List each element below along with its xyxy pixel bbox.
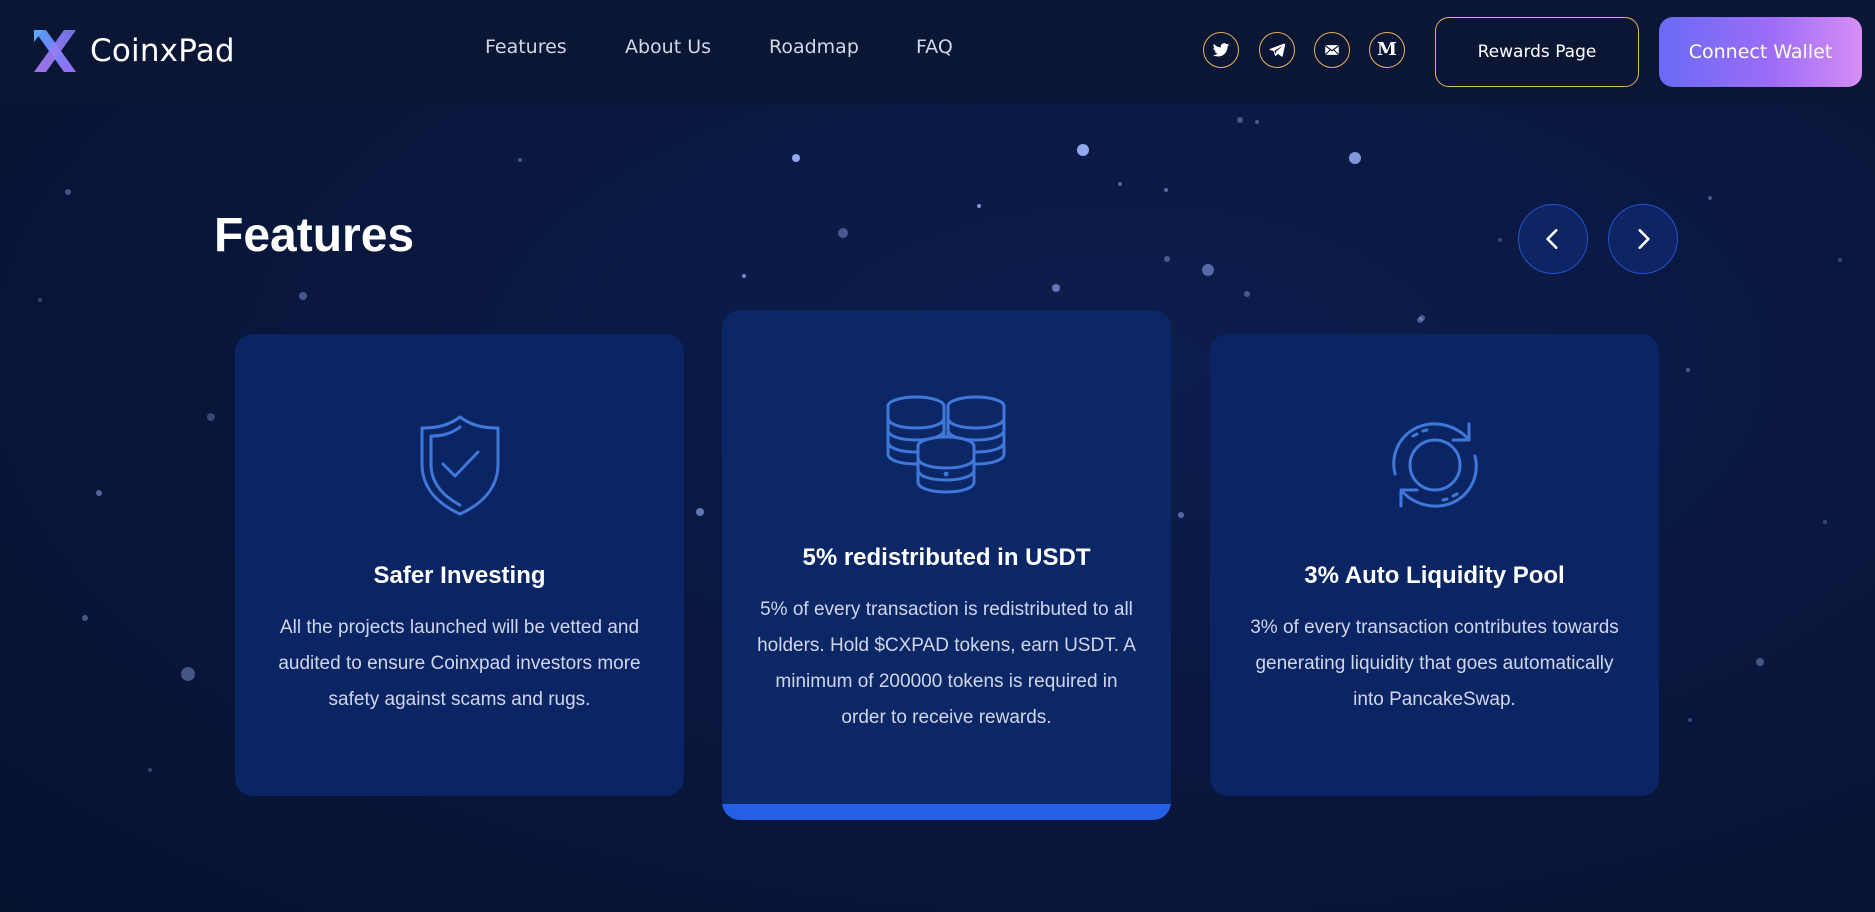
brand-logo[interactable]: CoinxPad [30,26,235,76]
nav-link-faq[interactable]: FAQ [916,36,953,58]
card-title: Safer Investing [373,562,546,589]
feature-card-redistribution[interactable]: 5% redistributed in USDT 5% of every tra… [722,310,1171,820]
telegram-button[interactable] [1259,32,1295,68]
medium-icon: M [1377,39,1397,60]
coinxpad-logo-icon [34,30,76,72]
nav-link-about-us[interactable]: About Us [625,36,711,58]
nav-link-features[interactable]: Features [485,36,567,58]
brand-name: CoinxPad [90,33,235,69]
mail-button[interactable] [1314,32,1350,68]
card-title: 5% redistributed in USDT [802,544,1091,571]
shield-check-icon [420,415,499,516]
card-description: All the projects launched will be vetted… [278,617,641,710]
card-description: 5% of every transaction is redistributed… [757,599,1136,728]
feature-card-auto-liquidity[interactable]: 3% Auto Liquidity Pool 3% of every trans… [1210,334,1659,796]
carousel-prev-button[interactable] [1518,204,1588,274]
nav-link-roadmap[interactable]: Roadmap [769,36,859,58]
features-title: Features [214,209,415,262]
feature-card-safer-investing[interactable]: Safer Investing All the projects launche… [235,334,684,796]
telegram-icon [1269,43,1286,57]
twitter-icon [1212,43,1230,57]
carousel-next-button[interactable] [1608,204,1678,274]
medium-button[interactable]: M [1369,32,1405,68]
coins-stack-icon [886,395,1005,494]
chevron-left-icon [1546,229,1558,249]
twitter-button[interactable] [1203,32,1239,68]
card-description: 3% of every transaction contributes towa… [1250,617,1619,710]
chevron-right-icon [1638,229,1650,249]
connect-wallet-button[interactable]: Connect Wallet [1659,17,1862,87]
refresh-cycle-icon [1391,422,1478,508]
rewards-page-button[interactable]: Rewards Page [1435,17,1639,87]
mail-icon [1325,45,1339,55]
active-card-indicator [722,804,1171,820]
site-header: CoinxPad Features About Us Roadmap FAQ M… [0,0,1875,104]
card-title: 3% Auto Liquidity Pool [1304,562,1565,589]
